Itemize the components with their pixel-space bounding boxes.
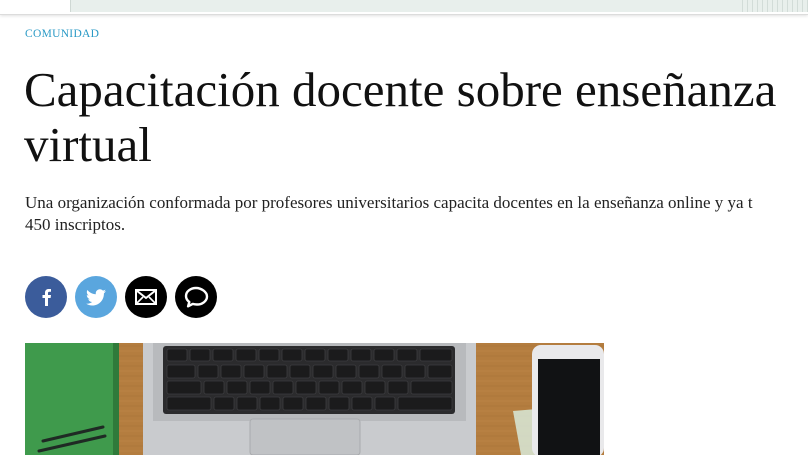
speech-bubble-icon (184, 286, 209, 308)
facebook-share-button[interactable] (25, 276, 67, 318)
article-title: Capacitación docente sobre enseñanza vir… (24, 62, 808, 172)
twitter-icon (86, 288, 106, 305)
article-subtitle-line: Una organización conformada por profesor… (25, 193, 753, 212)
article-title-line: Capacitación docente sobre enseñanza (24, 62, 777, 117)
ad-banner[interactable] (70, 0, 808, 12)
section-label[interactable]: COMUNIDAD (25, 28, 99, 40)
ad-banner-pattern (738, 0, 808, 12)
comments-button[interactable] (175, 276, 217, 318)
article-hero-image (25, 343, 604, 455)
envelope-icon (135, 289, 157, 305)
facebook-icon (42, 289, 51, 306)
article-title-line: virtual (24, 117, 152, 172)
laptop-desk-illustration (25, 343, 604, 455)
email-share-button[interactable] (125, 276, 167, 318)
top-ad-strip (0, 0, 808, 15)
twitter-share-button[interactable] (75, 276, 117, 318)
article-subtitle: Una organización conformada por profesor… (25, 192, 808, 236)
article-subtitle-line: 450 inscriptos. (25, 215, 126, 234)
